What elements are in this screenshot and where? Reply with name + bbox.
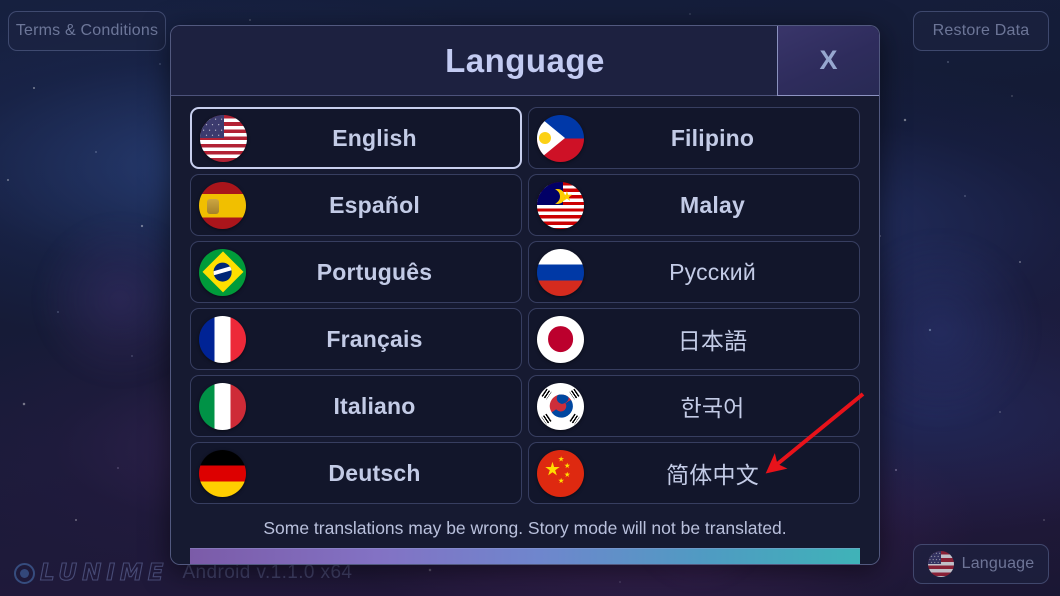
- language-option-label: 简体中文: [666, 463, 759, 489]
- language-option-한국어[interactable]: 한국어: [528, 375, 860, 437]
- language-dialog: Language X English Filipino Español Malay Po…: [170, 25, 880, 565]
- language-option-Français[interactable]: Français: [190, 308, 522, 370]
- language-option-label: Filipino: [670, 124, 755, 151]
- language-option-label: English: [332, 124, 417, 151]
- language-option-Português[interactable]: Português: [190, 241, 522, 303]
- kr-flag-icon: [537, 382, 584, 430]
- close-button[interactable]: X: [777, 26, 879, 96]
- language-option-label: Français: [326, 325, 423, 352]
- language-option-日本語[interactable]: 日本語: [528, 308, 860, 370]
- terms-and-conditions-button[interactable]: Terms & Conditions: [8, 11, 166, 51]
- language-option-Español[interactable]: Español: [190, 174, 522, 236]
- language-option-Русский[interactable]: Русский: [528, 241, 860, 303]
- us-flag-icon: [200, 114, 247, 162]
- de-flag-icon: [199, 449, 246, 497]
- language-option-Malay[interactable]: Malay: [528, 174, 860, 236]
- language-option-label: 한국어: [680, 396, 745, 422]
- ru-flag-icon: [537, 248, 584, 296]
- language-option-Filipino[interactable]: Filipino: [528, 107, 860, 169]
- restore-data-button[interactable]: Restore Data: [913, 11, 1049, 51]
- language-option-label: Italiano: [333, 392, 416, 419]
- language-button-label: Language: [961, 555, 1035, 572]
- dialog-header: Language X: [171, 26, 879, 96]
- es-flag-icon: [199, 181, 246, 229]
- br-flag-icon: [199, 248, 246, 296]
- language-option-label: Deutsch: [328, 459, 421, 486]
- app-root: Terms & Conditions Restore Data Language…: [0, 0, 1060, 596]
- terms-and-conditions-label: Terms & Conditions: [15, 22, 159, 39]
- dialog-accent-bar: [190, 548, 860, 564]
- language-option-label: Русский: [669, 258, 756, 285]
- lunime-logo: LUNIME: [14, 559, 169, 587]
- language-option-label: 日本語: [677, 329, 748, 355]
- language-option-label: Español: [329, 191, 420, 218]
- us-flag-icon: [927, 551, 954, 577]
- restore-data-label: Restore Data: [932, 22, 1030, 39]
- language-option-Deutsch[interactable]: Deutsch: [190, 442, 522, 504]
- dialog-title: Language: [445, 41, 605, 79]
- translation-note: Some translations may be wrong. Story mo…: [263, 518, 787, 538]
- language-grid: English Filipino Español Malay Português Русс…: [190, 107, 860, 504]
- language-option-label: Malay: [680, 191, 745, 218]
- lunime-logo-text: LUNIME: [39, 559, 169, 586]
- jp-flag-icon: [537, 315, 584, 363]
- language-option-label: Português: [316, 258, 433, 285]
- cn-flag-icon: [537, 449, 584, 497]
- language-option-Italiano[interactable]: Italiano: [190, 375, 522, 437]
- version-text: Android v.1.1.0 x64: [182, 562, 353, 583]
- it-flag-icon: [199, 382, 246, 430]
- ph-flag-icon: [537, 114, 584, 162]
- language-button[interactable]: Language: [913, 544, 1049, 584]
- close-icon: X: [819, 45, 838, 75]
- language-option-English[interactable]: English: [190, 107, 522, 169]
- fr-flag-icon: [199, 315, 246, 363]
- lunime-logo-mark: [14, 562, 35, 584]
- my-flag-icon: [537, 181, 584, 229]
- language-option-简体中文[interactable]: 简体中文: [528, 442, 860, 504]
- dialog-body: English Filipino Español Malay Português Русс…: [171, 96, 879, 564]
